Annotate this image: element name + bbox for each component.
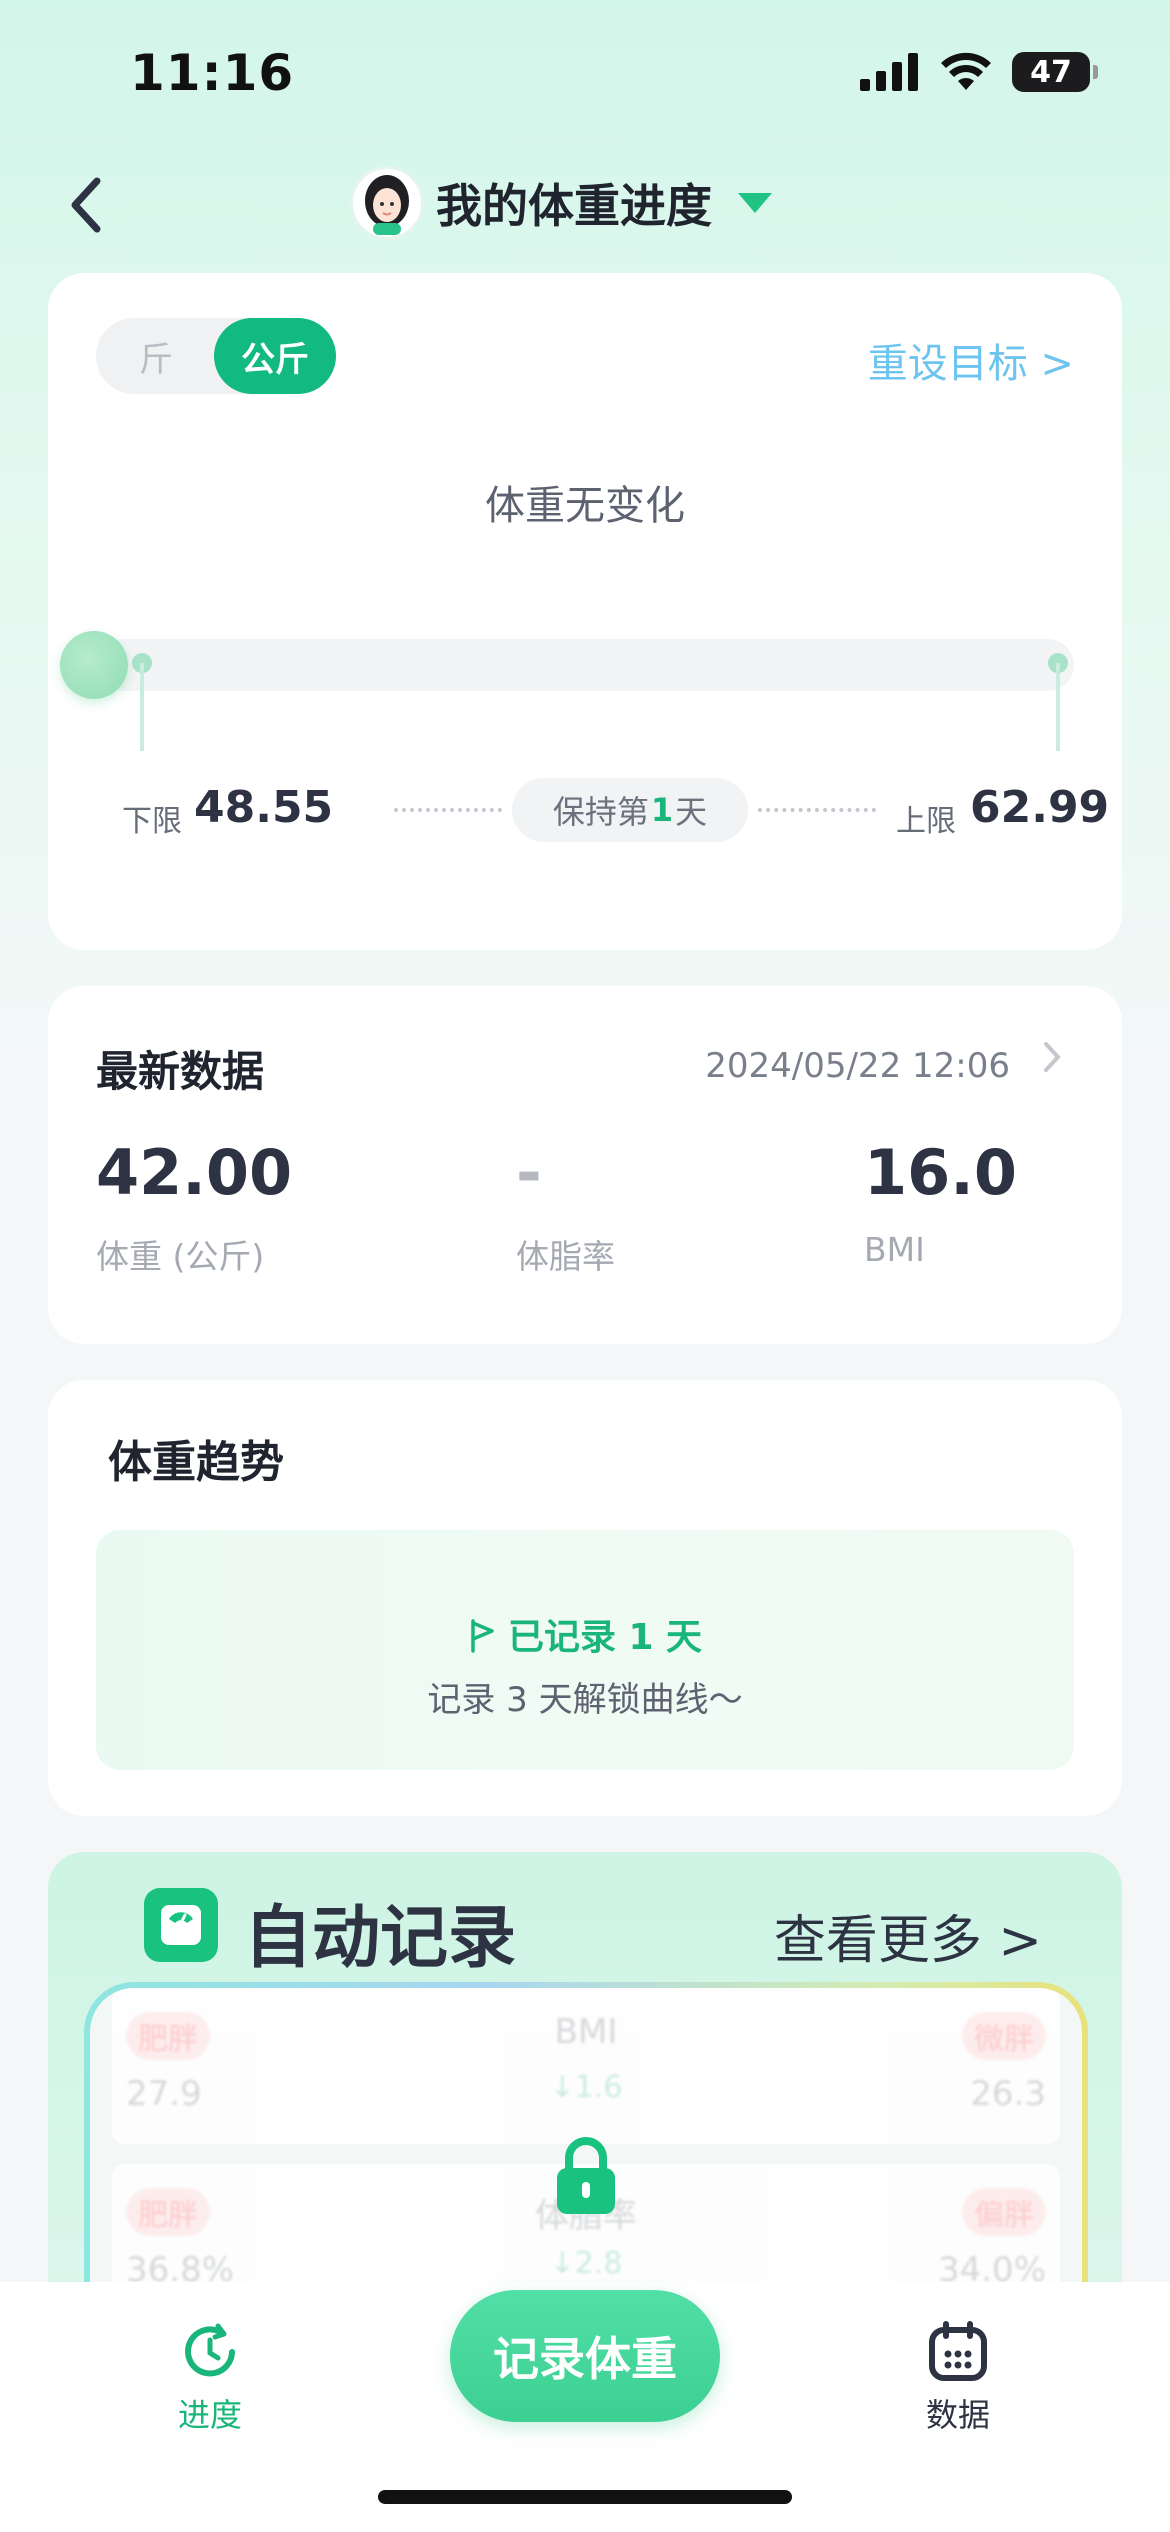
tab-data-label: 数据: [925, 2396, 990, 2434]
keep-days-count: 1: [650, 791, 674, 829]
tab-progress[interactable]: 进度: [110, 2320, 310, 2436]
chevron-right-icon: [1042, 1038, 1062, 1084]
upper-limit-value: 62.99: [970, 782, 1110, 833]
status-time: 11:16: [130, 44, 295, 102]
view-more-link[interactable]: 查看更多 >: [774, 1898, 1042, 1973]
scale-icon: [144, 1888, 218, 1962]
caret-down-icon: [738, 193, 772, 213]
chevron-left-icon: [71, 177, 101, 233]
center-change: ↓2.8: [549, 2246, 623, 2281]
avatar: [350, 166, 424, 240]
user-avatar-icon: [365, 175, 409, 235]
calendar-icon: [929, 2321, 987, 2381]
right-status-tag: 微胖: [962, 2012, 1046, 2060]
bodyfat-label: 体脂率: [516, 1237, 615, 1276]
center-label: BMI: [554, 2012, 618, 2052]
profile-switcher[interactable]: 我的体重进度: [350, 166, 772, 240]
current-weight-knob: [60, 631, 128, 699]
bodyfat-value: -: [516, 1136, 542, 1209]
wifi-icon: [941, 52, 991, 90]
lower-limit-label: 下限: [122, 804, 182, 839]
latest-timestamp: 2024/05/22 12:06: [705, 1046, 1010, 1086]
locked-row-bmi: 肥胖 27.9 BMI ↓1.6 微胖 26.3: [112, 1988, 1060, 2144]
bmi-value: 16.0: [864, 1136, 1017, 1209]
latest-data-title: 最新数据: [96, 1047, 265, 1096]
keep-days-pill: 保持第 1 天: [512, 778, 748, 842]
reset-goal-link[interactable]: 重设目标 >: [868, 331, 1074, 389]
right-value: 26.3: [970, 2074, 1046, 2114]
lower-pin: [140, 663, 144, 751]
weight-status-text: 体重无变化: [485, 483, 685, 529]
tab-progress-label: 进度: [177, 2396, 242, 2434]
lower-limit-value: 48.55: [194, 782, 334, 833]
dotted-divider: [758, 808, 876, 812]
flag-icon: [471, 1619, 494, 1653]
weight-label: 体重 (公斤): [96, 1237, 265, 1276]
page-title: 我的体重进度: [436, 179, 712, 233]
upper-limit-label: 上限: [896, 804, 956, 839]
center-change: ↓1.6: [549, 2070, 623, 2105]
weight-value: 42.00: [96, 1136, 293, 1209]
unlock-hint: 记录 3 天解锁曲线～: [427, 1680, 743, 1720]
cellular-signal-icon: [860, 53, 918, 91]
upper-pin: [1056, 663, 1060, 751]
keep-suffix: 天: [675, 793, 708, 831]
latest-data-card[interactable]: 最新数据 2024/05/22 12:06 42.00 体重 (公斤) - 体脂…: [48, 986, 1122, 1344]
home-indicator: [378, 2490, 792, 2504]
right-status-tag: 偏胖: [962, 2188, 1046, 2236]
battery-icon: 47: [1012, 52, 1098, 92]
dotted-divider: [394, 808, 502, 812]
range-track: [96, 639, 1074, 691]
back-button[interactable]: [52, 170, 122, 240]
trend-title: 体重趋势: [108, 1437, 284, 1488]
tab-data[interactable]: 数据: [858, 2320, 1058, 2436]
auto-record-title: 自动记录: [244, 1899, 517, 1978]
lock-icon: [553, 2136, 619, 2216]
recorded-days-text: 已记录 1 天: [507, 1617, 703, 1658]
recorded-days: 已记录 1 天: [96, 1608, 1074, 1660]
status-icons: 47: [860, 52, 1098, 92]
range-row: 下限 48.55 保持第 1 天 上限 62.99: [122, 778, 1109, 842]
progress-clock-icon: [185, 2323, 235, 2377]
weight-trend-card: 体重趋势 已记录 1 天 记录 3 天解锁曲线～: [48, 1380, 1122, 1816]
keep-prefix: 保持第: [552, 793, 649, 831]
unit-gongjin-option[interactable]: 公斤: [214, 318, 336, 394]
unit-toggle[interactable]: 斤 公斤: [96, 318, 336, 394]
bmi-label: BMI: [864, 1230, 925, 1269]
unit-jin-option[interactable]: 斤: [96, 318, 216, 394]
battery-level: 47: [1030, 54, 1072, 90]
trend-placeholder: 已记录 1 天 记录 3 天解锁曲线～: [96, 1530, 1074, 1770]
record-weight-button[interactable]: 记录体重: [450, 2290, 720, 2422]
goal-card: 斤 公斤 重设目标 > 体重无变化 下限 48.55 保持第 1 天 上限 62…: [48, 273, 1122, 950]
